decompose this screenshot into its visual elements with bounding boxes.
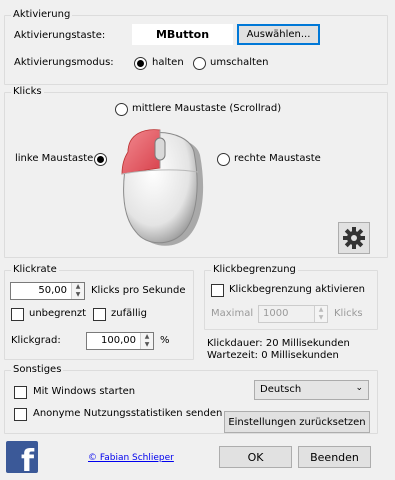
mouse-wheel bbox=[154, 137, 166, 161]
ok-button[interactable]: OK bbox=[219, 446, 292, 468]
misc-group-title: Sonstiges bbox=[11, 364, 64, 376]
activation-key-label: Aktivierungstaste: bbox=[14, 30, 106, 41]
activation-mode-label: Aktivierungsmodus: bbox=[14, 57, 114, 68]
click-rate-spinner[interactable]: 50,00 ▲ ▼ bbox=[10, 282, 85, 300]
language-value: Deutsch bbox=[260, 384, 302, 395]
start-with-windows-checkbox[interactable] bbox=[14, 386, 27, 399]
middle-button-label[interactable]: mittlere Maustaste (Scrollrad) bbox=[132, 102, 281, 116]
mouse-illustration bbox=[121, 129, 204, 246]
wait-time-text: Wartezeit: 0 Millisekunden bbox=[207, 350, 339, 361]
gear-icon bbox=[343, 227, 365, 249]
mode-hold-radio[interactable] bbox=[134, 57, 147, 70]
facebook-icon: f bbox=[20, 444, 34, 474]
click-limit-unit: Klicks bbox=[334, 308, 363, 319]
click-rate-group-title: Klickrate bbox=[11, 264, 59, 276]
random-label[interactable]: zufällig bbox=[111, 307, 147, 321]
anonymous-stats-label[interactable]: Anonyme Nutzungsstatistiken senden bbox=[33, 407, 222, 421]
select-key-button[interactable]: Auswählen... bbox=[237, 24, 320, 45]
click-limit-group-title: Klickbegrenzung bbox=[211, 264, 298, 276]
author-link[interactable]: © Fabian Schlieper bbox=[88, 451, 174, 465]
activation-group-title: Aktivierung bbox=[11, 9, 73, 21]
click-rate-value: 50,00 bbox=[38, 285, 67, 296]
mode-toggle-label[interactable]: umschalten bbox=[210, 56, 268, 70]
click-degree-label: Klickgrad: bbox=[11, 335, 61, 346]
activation-key-value: MButton bbox=[155, 28, 210, 41]
clicks-group-title: Klicks bbox=[11, 86, 44, 98]
anonymous-stats-checkbox[interactable] bbox=[14, 408, 27, 421]
click-degree-spinner[interactable]: 100,00 ▲ ▼ bbox=[86, 332, 154, 350]
click-limit-label[interactable]: Klickbegrenzung aktivieren bbox=[229, 283, 365, 297]
language-select[interactable]: Deutsch ⌄ bbox=[254, 380, 369, 400]
unlimited-checkbox[interactable] bbox=[11, 308, 24, 321]
right-button-label[interactable]: rechte Maustaste bbox=[234, 152, 321, 166]
click-limit-arrows[interactable]: ▲ ▼ bbox=[314, 306, 327, 322]
click-settings-button[interactable] bbox=[338, 222, 370, 254]
click-limit-max-label: Maximal bbox=[211, 308, 254, 319]
facebook-link[interactable]: f bbox=[6, 441, 38, 473]
activation-key-field[interactable]: MButton bbox=[132, 24, 233, 45]
click-limit-value: 1000 bbox=[263, 308, 289, 319]
right-button-radio[interactable] bbox=[217, 153, 230, 166]
chevron-down-icon: ⌄ bbox=[355, 383, 363, 393]
left-button-radio[interactable] bbox=[94, 153, 107, 166]
mode-hold-label[interactable]: halten bbox=[152, 56, 184, 70]
start-with-windows-label[interactable]: Mit Windows starten bbox=[33, 385, 135, 399]
click-limit-checkbox[interactable] bbox=[211, 284, 224, 297]
middle-button-radio[interactable] bbox=[115, 103, 128, 116]
random-checkbox[interactable] bbox=[93, 308, 106, 321]
reset-settings-button[interactable]: Einstellungen zurücksetzen bbox=[224, 411, 370, 433]
mouse-left-button bbox=[121, 129, 161, 175]
click-limit-spinner[interactable]: 1000 ▲ ▼ bbox=[258, 305, 328, 323]
left-button-label[interactable]: linke Maustaste bbox=[15, 152, 93, 166]
click-degree-arrows[interactable]: ▲ ▼ bbox=[140, 333, 153, 349]
click-degree-value: 100,00 bbox=[101, 335, 136, 346]
click-rate-arrows[interactable]: ▲ ▼ bbox=[71, 283, 84, 299]
mode-toggle-radio[interactable] bbox=[193, 57, 206, 70]
exit-button[interactable]: Beenden bbox=[298, 446, 371, 468]
click-rate-unit: Klicks pro Sekunde bbox=[91, 285, 186, 296]
click-degree-unit: % bbox=[160, 335, 170, 346]
unlimited-label[interactable]: unbegrenzt bbox=[29, 307, 86, 321]
